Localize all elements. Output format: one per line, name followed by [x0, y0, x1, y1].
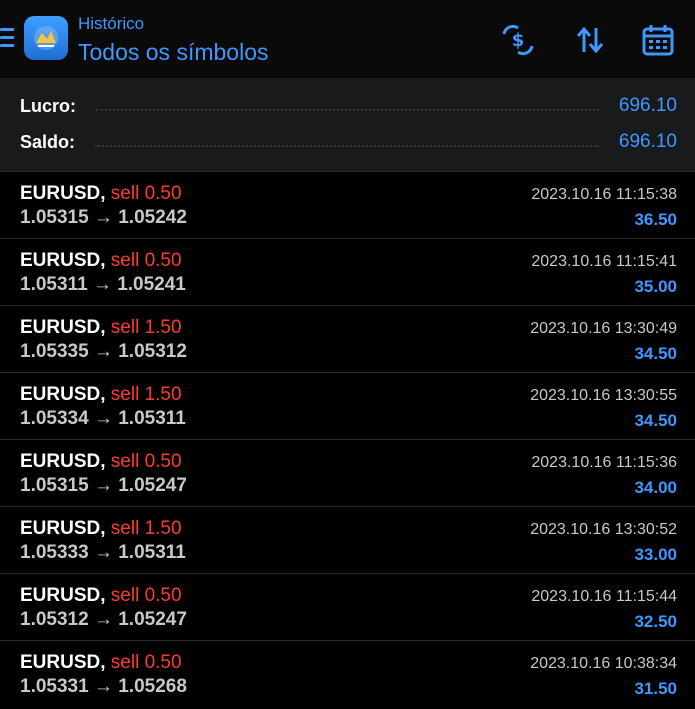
summary-row-balance: Saldo: 696.10 — [20, 128, 677, 156]
trade-row[interactable]: EURUSD, sell 0.50 1.05315 → 1.05242 2023… — [0, 172, 695, 239]
trade-profit: 32.50 — [634, 612, 677, 631]
summary-label: Lucro: — [20, 95, 76, 116]
trade-symbol: EURUSD, — [20, 451, 106, 472]
trade-title: EURUSD, sell 1.50 — [20, 518, 182, 540]
trade-row[interactable]: EURUSD, sell 0.50 1.05311 → 1.05241 2023… — [0, 239, 695, 306]
trade-prices: 1.05311 → 1.05241 — [20, 274, 186, 295]
trade-prices: 1.05334 → 1.05311 — [20, 408, 186, 429]
trade-side: sell 0.50 — [110, 451, 182, 472]
trade-prices: 1.05335 → 1.05312 — [20, 341, 187, 362]
app-header: Histórico Todos os símbolos $ — [0, 0, 695, 78]
trade-title: EURUSD, sell 0.50 — [20, 183, 182, 205]
trade-prices: 1.05315 → 1.05247 — [20, 475, 187, 496]
trade-profit: 34.50 — [634, 344, 677, 363]
dotted-leader — [95, 144, 599, 147]
trade-side: sell 1.50 — [110, 384, 182, 405]
calendar-icon[interactable] — [638, 20, 678, 60]
trade-row[interactable]: EURUSD, sell 0.50 1.05315 → 1.05247 2023… — [0, 440, 695, 507]
sort-icon[interactable] — [570, 20, 610, 60]
trade-row[interactable]: EURUSD, sell 1.50 1.05335 → 1.05312 2023… — [0, 306, 695, 373]
trade-time: 2023.10.16 11:15:44 — [531, 588, 677, 605]
header-subtitle: Histórico — [78, 14, 145, 33]
trade-prices: 1.05331 → 1.05268 — [20, 676, 187, 697]
trade-symbol: EURUSD, — [20, 585, 106, 606]
trade-title: EURUSD, sell 0.50 — [20, 652, 182, 674]
menu-icon[interactable] — [0, 28, 14, 48]
trade-title: EURUSD, sell 0.50 — [20, 250, 182, 272]
trade-side: sell 0.50 — [110, 250, 182, 271]
trade-title: EURUSD, sell 1.50 — [20, 317, 182, 339]
trade-time: 2023.10.16 10:38:34 — [530, 655, 677, 672]
trade-row[interactable]: EURUSD, sell 0.50 1.05331 → 1.05268 2023… — [0, 641, 695, 707]
trade-side: sell 1.50 — [110, 518, 182, 539]
svg-text:$: $ — [512, 30, 525, 51]
trade-profit: 35.00 — [634, 277, 677, 296]
trade-prices: 1.05333 → 1.05311 — [20, 542, 186, 563]
trade-row[interactable]: EURUSD, sell 0.50 1.05312 → 1.05247 2023… — [0, 574, 695, 641]
trade-row[interactable]: EURUSD, sell 1.50 1.05333 → 1.05311 2023… — [0, 507, 695, 574]
trade-time: 2023.10.16 11:15:41 — [531, 253, 677, 270]
summary-label: Saldo: — [20, 131, 76, 152]
trade-time: 2023.10.16 11:15:36 — [531, 454, 677, 471]
trade-title: EURUSD, sell 0.50 — [20, 585, 182, 607]
dotted-leader — [96, 108, 599, 111]
summary-value: 696.10 — [618, 131, 677, 152]
trade-profit: 34.00 — [634, 478, 677, 497]
trade-profit: 34.50 — [634, 411, 677, 430]
trade-symbol: EURUSD, — [20, 317, 106, 338]
trade-symbol: EURUSD, — [20, 652, 106, 673]
trade-side: sell 1.50 — [110, 317, 182, 338]
trade-time: 2023.10.16 13:30:55 — [530, 387, 677, 404]
summary-row-profit: Lucro: 696.10 — [20, 92, 677, 120]
summary-value: 696.10 — [618, 95, 677, 116]
trade-list: EURUSD, sell 0.50 1.05315 → 1.05242 2023… — [0, 172, 695, 707]
trade-profit: 31.50 — [634, 679, 677, 698]
trade-symbol: EURUSD, — [20, 384, 106, 405]
trade-time: 2023.10.16 13:30:52 — [530, 521, 677, 538]
trade-symbol: EURUSD, — [20, 250, 106, 271]
trade-symbol: EURUSD, — [20, 518, 106, 539]
trade-symbol: EURUSD, — [20, 183, 106, 204]
trade-side: sell 0.50 — [110, 585, 182, 606]
trade-prices: 1.05312 → 1.05247 — [20, 609, 187, 630]
header-title[interactable]: Todos os símbolos — [78, 39, 268, 66]
trade-profit: 33.00 — [634, 545, 677, 564]
trade-title: EURUSD, sell 1.50 — [20, 384, 182, 406]
trade-side: sell 0.50 — [110, 652, 182, 673]
currency-swap-icon[interactable]: $ — [498, 20, 538, 60]
trade-time: 2023.10.16 13:30:49 — [530, 320, 677, 337]
trade-prices: 1.05315 → 1.05242 — [20, 207, 187, 228]
summary-panel: Lucro: 696.10 Saldo: 696.10 — [0, 78, 695, 172]
trade-row[interactable]: EURUSD, sell 1.50 1.05334 → 1.05311 2023… — [0, 373, 695, 440]
app-logo — [24, 16, 68, 60]
trade-profit: 36.50 — [634, 210, 677, 229]
trade-title: EURUSD, sell 0.50 — [20, 451, 182, 473]
logo-icon — [34, 26, 58, 50]
trade-time: 2023.10.16 11:15:38 — [531, 186, 677, 203]
trade-side: sell 0.50 — [110, 183, 182, 204]
